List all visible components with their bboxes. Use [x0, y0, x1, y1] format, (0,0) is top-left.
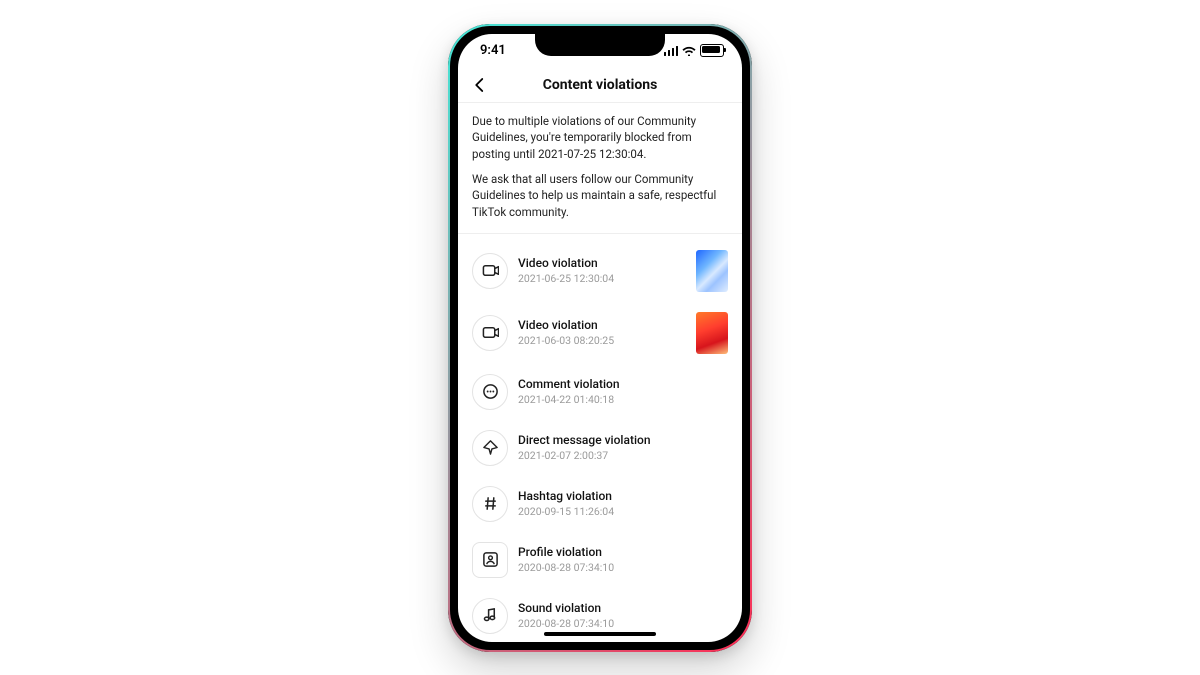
- violation-title: Profile violation: [518, 545, 728, 559]
- page-title: Content violations: [543, 77, 658, 93]
- violation-row[interactable]: Direct message violation 2021-02-07 2:00:…: [468, 420, 732, 476]
- wifi-icon: [682, 45, 696, 56]
- violation-title: Sound violation: [518, 601, 728, 615]
- comment-icon: [472, 374, 508, 410]
- warning-block: Due to multiple violations of our Commun…: [458, 103, 742, 234]
- send-icon: [472, 430, 508, 466]
- back-button[interactable]: [468, 73, 492, 97]
- violation-date: 2020-08-28 07:34:10: [518, 617, 728, 630]
- violation-date: 2021-04-22 01:40:18: [518, 393, 728, 406]
- nav-bar: Content violations: [458, 68, 742, 103]
- violation-row[interactable]: Video violation 2021-06-25 12:30:04: [468, 240, 732, 302]
- violation-meta: Video violation 2021-06-25 12:30:04: [518, 256, 686, 284]
- violation-title: Video violation: [518, 318, 686, 332]
- violation-title: Video violation: [518, 256, 686, 270]
- violation-row[interactable]: Video violation 2021-06-03 08:20:25: [468, 302, 732, 364]
- phone-frame: 9:41 Content violations Due to multiple …: [448, 24, 752, 652]
- warning-paragraph-1: Due to multiple violations of our Commun…: [472, 113, 728, 163]
- violation-thumbnail: [696, 250, 728, 292]
- violation-meta: Video violation 2021-06-03 08:20:25: [518, 318, 686, 346]
- violation-row[interactable]: Comment violation 2021-04-22 01:40:18: [468, 364, 732, 420]
- violation-title: Hashtag violation: [518, 489, 728, 503]
- status-icons: [664, 44, 725, 57]
- video-icon: [472, 253, 508, 289]
- video-icon: [472, 315, 508, 351]
- violation-title: Comment violation: [518, 377, 728, 391]
- violation-meta: Comment violation 2021-04-22 01:40:18: [518, 377, 728, 405]
- violations-list: Video violation2021-06-25 12:30:04Video …: [458, 234, 742, 642]
- sound-icon: [472, 598, 508, 634]
- violation-row[interactable]: Profile violation 2020-08-28 07:34:10: [468, 532, 732, 588]
- violation-row[interactable]: Hashtag violation 2020-09-15 11:26:04: [468, 476, 732, 532]
- status-time: 9:41: [480, 43, 506, 58]
- phone-screen: 9:41 Content violations Due to multiple …: [458, 34, 742, 642]
- violation-meta: Sound violation 2020-08-28 07:34:10: [518, 601, 728, 629]
- violation-thumbnail: [696, 312, 728, 354]
- violation-meta: Direct message violation 2021-02-07 2:00:…: [518, 433, 728, 461]
- profile-icon: [472, 542, 508, 578]
- violation-date: 2020-08-28 07:34:10: [518, 561, 728, 574]
- violation-date: 2020-09-15 11:26:04: [518, 505, 728, 518]
- violation-meta: Profile violation 2020-08-28 07:34:10: [518, 545, 728, 573]
- warning-paragraph-2: We ask that all users follow our Communi…: [472, 171, 728, 221]
- notch: [535, 34, 665, 56]
- violation-title: Direct message violation: [518, 433, 728, 447]
- hash-icon: [472, 486, 508, 522]
- chevron-left-icon: [471, 76, 489, 94]
- home-indicator: [544, 632, 656, 636]
- violation-date: 2021-06-03 08:20:25: [518, 334, 686, 347]
- battery-icon: [700, 44, 724, 57]
- violation-date: 2021-02-07 2:00:37: [518, 449, 728, 462]
- violation-date: 2021-06-25 12:30:04: [518, 272, 686, 285]
- violation-meta: Hashtag violation 2020-09-15 11:26:04: [518, 489, 728, 517]
- cellular-icon: [664, 46, 679, 56]
